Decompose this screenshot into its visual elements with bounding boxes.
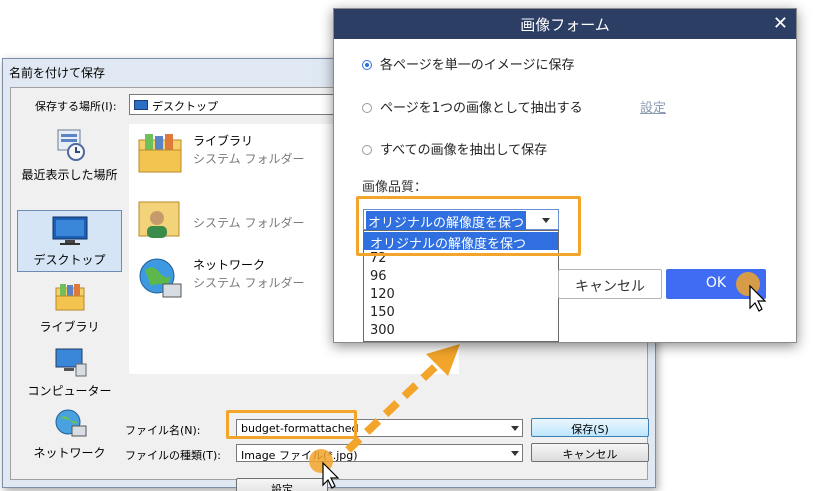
location-combobox[interactable]: デスクトップ	[129, 94, 349, 115]
network-icon	[55, 409, 86, 437]
image-form-dialog: 画像フォーム ✕ 各ページを単一のイメージに保存 ページを1つの画像として抽出す…	[333, 8, 797, 343]
file-name: ネットワーク	[193, 258, 266, 272]
quality-option[interactable]: 300	[364, 322, 558, 340]
quality-option[interactable]: 150	[364, 304, 558, 322]
option-label: すべての画像を抽出して保存	[380, 143, 548, 158]
place-libraries[interactable]: ライブラリ	[17, 282, 122, 342]
filetype-label: ファイルの種類(T):	[125, 449, 222, 462]
cancel-button[interactable]: キャンセル	[558, 269, 662, 299]
radio-icon[interactable]	[362, 103, 372, 113]
quality-label: 画像品質：	[362, 180, 428, 195]
file-type: システム フォルダー	[193, 276, 305, 290]
place-label: ネットワーク	[33, 446, 106, 460]
click-cursor-icon	[736, 272, 767, 312]
place-label: コンピューター	[27, 384, 112, 398]
place-label: 最近表示した場所	[21, 168, 118, 182]
libraries-icon	[55, 284, 84, 311]
library-folder-icon	[138, 134, 182, 173]
option-extract-all[interactable]: すべての画像を抽出して保存	[362, 139, 547, 158]
place-computer[interactable]: コンピューター	[17, 346, 122, 406]
filename-label: ファイル名(N):	[125, 424, 201, 437]
quality-option[interactable]: 96	[364, 268, 558, 286]
option-page-as-image[interactable]: ページを1つの画像として抽出する	[362, 97, 583, 116]
place-network[interactable]: ネットワーク	[17, 408, 122, 468]
image-dialog-titlebar: 画像フォーム	[334, 9, 796, 39]
chevron-down-icon[interactable]	[511, 426, 519, 431]
place-desktop[interactable]: デスクトップ	[17, 210, 122, 272]
radio-icon[interactable]	[362, 145, 372, 155]
dashed-arrow-icon	[345, 344, 460, 453]
places-bar: 最近表示した場所 デスクトップ ライブラリ コンピューター ネットワーク	[17, 124, 122, 476]
close-icon[interactable]: ✕	[773, 13, 788, 34]
place-recent[interactable]: 最近表示した場所	[17, 128, 122, 194]
option-label: 各ページを単一のイメージに保存	[380, 58, 575, 73]
file-name: ライブラリ	[193, 134, 254, 148]
file-type: システム フォルダー	[193, 216, 305, 230]
image-dialog-title: 画像フォーム	[520, 16, 610, 34]
option-label: ページを1つの画像として抽出する	[380, 101, 583, 116]
place-label: ライブラリ	[39, 320, 100, 334]
screenshot-stage: 名前を付けて保存 保存する場所(I): デスクトップ 最近表示した場所 デスクト…	[0, 0, 814, 491]
quality-option[interactable]: 120	[364, 286, 558, 304]
location-label: 保存する場所(I):	[35, 100, 117, 113]
place-label: デスクトップ	[33, 253, 106, 267]
location-value: デスクトップ	[152, 100, 218, 113]
desktop-icon	[134, 100, 148, 110]
file-type: システム フォルダー	[193, 152, 305, 166]
user-folder-icon	[138, 201, 180, 238]
chevron-down-icon[interactable]	[511, 451, 519, 456]
recent-places-icon	[57, 129, 85, 161]
computer-icon	[55, 348, 86, 377]
network-globe-icon	[139, 258, 182, 298]
cancel-button[interactable]: キャンセル	[531, 443, 649, 462]
quality-highlight	[356, 196, 581, 256]
save-button[interactable]: 保存(S)	[531, 418, 649, 437]
option-single-image[interactable]: 各ページを単一のイメージに保存	[362, 54, 574, 73]
settings-link[interactable]: 設定	[640, 97, 666, 116]
radio-checked-icon[interactable]	[362, 60, 372, 70]
save-dialog-title: 名前を付けて保存	[9, 66, 106, 80]
desktop-icon	[52, 216, 87, 245]
